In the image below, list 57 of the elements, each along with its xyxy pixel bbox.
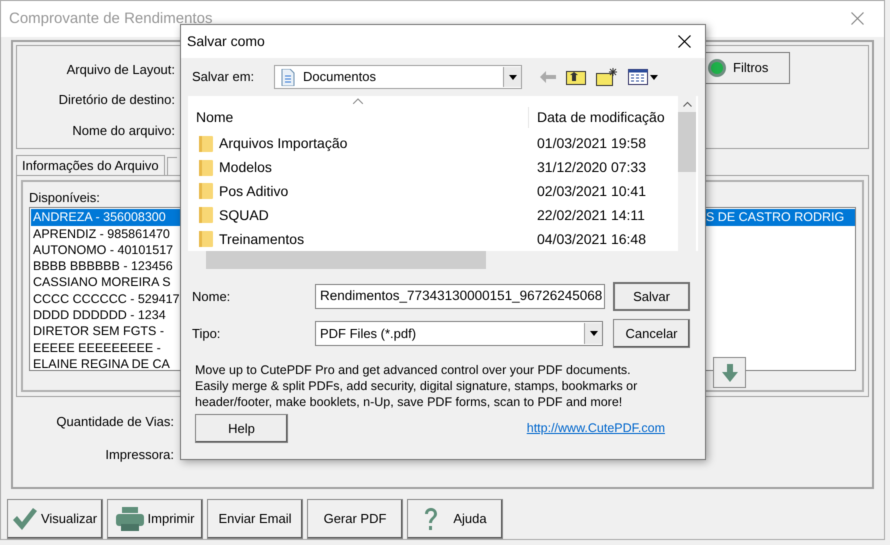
field-label: Impressora: xyxy=(104,446,174,464)
date-cell-text: 02/03/2021 10:41 xyxy=(536,182,646,201)
checkmark-icon xyxy=(12,508,37,530)
scroll-up-icon[interactable] xyxy=(682,101,692,107)
toolbar-button[interactable]: Imprimir xyxy=(107,499,203,539)
field-label: Quantidade de Vias: xyxy=(55,412,174,431)
question-mark-icon xyxy=(423,507,440,531)
folder-icon xyxy=(198,134,214,153)
cancel-button[interactable]: Cancelar xyxy=(613,319,690,348)
folder-dropdown[interactable]: Documentos xyxy=(274,65,522,89)
column-header[interactable]: Nome xyxy=(188,107,528,128)
view-menu-icon[interactable] xyxy=(628,69,658,85)
type-label: Tipo: xyxy=(192,324,222,343)
file-row[interactable]: Arquivos Importação 01/03/2021 19:58 xyxy=(188,132,678,156)
dropdown-arrow-icon xyxy=(508,74,516,80)
toolbar-button[interactable]: Ajuda xyxy=(407,499,503,539)
window-title: Comprovante de Rendimentos xyxy=(9,8,212,29)
sort-caret-icon xyxy=(353,98,363,104)
close-icon[interactable] xyxy=(678,35,691,48)
help-button[interactable]: Help xyxy=(195,414,288,443)
new-folder-icon[interactable] xyxy=(596,68,618,86)
file-row[interactable]: Pos Aditivo 02/03/2021 10:41 xyxy=(188,180,678,204)
date-cell-text: 04/03/2021 16:48 xyxy=(536,230,646,249)
date-cell-text: 22/02/2021 14:11 xyxy=(536,206,645,225)
toolbar-button[interactable]: Visualizar xyxy=(7,499,103,539)
save-in-label: Salvar em: xyxy=(192,68,256,86)
name-label: Nome: xyxy=(192,288,232,306)
folder-icon xyxy=(198,230,214,248)
field-label: Arquivo de Layout: xyxy=(66,60,175,79)
promo-text: Move up to CutePDF Pro and get advanced control over your PDF documents. Easily merge & split PDFs, add security, digital signature, stamps, bookmarks or header/footer, make booklets, n-Up, save PDF forms, scan to PDF and more! xyxy=(195,362,638,410)
folder-icon xyxy=(198,158,214,177)
save-button[interactable]: Salvar xyxy=(613,282,690,311)
field-label: Nome do arquivo: xyxy=(72,122,175,140)
folder-icon xyxy=(198,182,214,200)
date-cell-text: 01/03/2021 19:58 xyxy=(536,134,646,154)
indicator-icon xyxy=(707,58,727,78)
file-name-field[interactable]: Rendimentos_77343130000151_96726245068 xyxy=(315,284,605,309)
field-label: Diretório de destino: xyxy=(58,91,175,110)
dialog-title: Salvar como xyxy=(187,32,265,51)
list-label: Disponíveis: xyxy=(29,188,100,207)
document-icon xyxy=(281,68,295,86)
file-row[interactable]: Modelos 31/12/2020 07:33 xyxy=(188,156,678,180)
folder-icon xyxy=(198,206,214,224)
date-cell-text: 31/12/2020 07:33 xyxy=(536,158,646,178)
toolbar-button[interactable]: Enviar Email xyxy=(207,499,303,539)
toolbar-button[interactable]: Gerar PDF xyxy=(307,499,403,539)
file-row[interactable]: SQUAD 22/02/2021 14:11 xyxy=(188,203,678,228)
dropdown-arrow-icon xyxy=(590,331,598,336)
down-arrow-icon xyxy=(722,364,738,382)
file-row[interactable]: Treinamentos 04/03/2021 16:48 xyxy=(188,227,678,251)
website-link[interactable]: http://www.CutePDF.com xyxy=(526,419,665,438)
move-down-button[interactable] xyxy=(713,357,746,388)
printer-icon xyxy=(116,507,144,531)
tab[interactable]: Informações do Arquivo xyxy=(16,154,165,175)
column-header[interactable]: Data de modificação xyxy=(528,107,665,128)
folder-up-icon[interactable] xyxy=(566,69,586,85)
file-type-dropdown[interactable]: PDF Files (*.pdf) xyxy=(315,321,603,346)
